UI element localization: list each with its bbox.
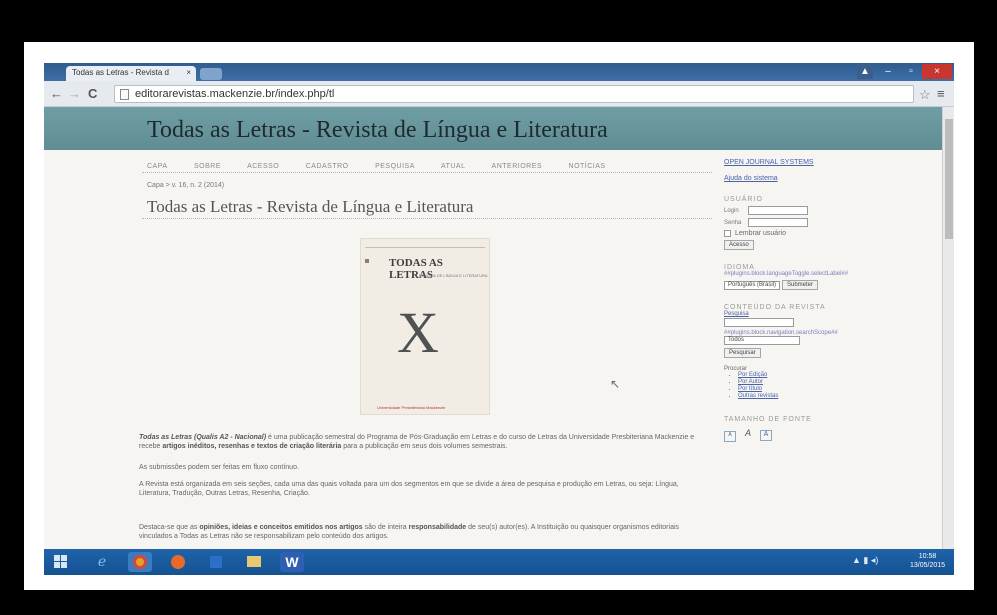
browse-list: Por Edição Por Autor Por título Outras r… bbox=[738, 372, 924, 400]
tab-bar: Todas as Letras - Revista d × ▲ – ▫ × bbox=[44, 63, 954, 81]
search-input[interactable] bbox=[724, 318, 794, 327]
nav-atual[interactable]: ATUAL bbox=[441, 163, 466, 170]
word-icon[interactable]: W bbox=[280, 552, 304, 572]
login-label: Login bbox=[724, 207, 739, 214]
menu-icon[interactable]: ≡ bbox=[937, 86, 945, 101]
url-text: editorarevistas.mackenzie.br/index.php/t… bbox=[135, 88, 335, 100]
text-bold: artigos inéditos, resenhas e textos de c… bbox=[162, 443, 342, 450]
user-heading: USUÁRIO bbox=[724, 196, 763, 203]
font-size-controls: AAA bbox=[724, 428, 924, 442]
bookmark-star-icon[interactable]: ☆ bbox=[919, 87, 931, 103]
forward-icon[interactable]: → bbox=[68, 86, 81, 101]
text-bold: responsabilidade bbox=[408, 524, 467, 531]
font-large-button[interactable]: A bbox=[760, 430, 772, 441]
journal-title: Todas as Letras - Revista de Língua e Li… bbox=[147, 117, 608, 143]
address-bar[interactable]: editorarevistas.mackenzie.br/index.php/t… bbox=[114, 85, 914, 103]
text-bold: opiniões, ideias e conceitos emitidos no… bbox=[199, 524, 363, 531]
new-tab-button[interactable] bbox=[200, 68, 222, 80]
cover-mark bbox=[365, 259, 369, 263]
access-button[interactable]: Acesso bbox=[724, 240, 754, 250]
language-label: ##plugins.block.languageToggle.selectLab… bbox=[724, 271, 849, 277]
minimize-button[interactable]: – bbox=[876, 64, 900, 79]
nav-acesso[interactable]: ACESSO bbox=[247, 163, 279, 170]
cover-subtitle: REVISTA DE LÍNGUA E LITERATURA bbox=[419, 273, 488, 278]
clock-date: 13/05/2015 bbox=[910, 562, 946, 569]
close-window-button[interactable]: × bbox=[922, 64, 952, 79]
browser-tab[interactable]: Todas as Letras - Revista d × bbox=[66, 66, 196, 81]
nav-cadastro[interactable]: CADASTRO bbox=[306, 163, 349, 170]
firefox-icon[interactable] bbox=[166, 552, 190, 572]
text: Destaca-se que as bbox=[139, 524, 200, 531]
page-scrollbar[interactable] bbox=[942, 107, 954, 549]
nav-noticias[interactable]: NOTÍCIAS bbox=[569, 163, 606, 170]
ojs-link[interactable]: OPEN JOURNAL SYSTEMS bbox=[724, 159, 924, 166]
browse-by-title[interactable]: Por título bbox=[738, 386, 924, 393]
language-select[interactable]: Português (Brasil) bbox=[724, 280, 781, 290]
nav-sobre[interactable]: SOBRE bbox=[194, 163, 221, 170]
cover-big-letter: X bbox=[397, 300, 439, 365]
nav-anteriores[interactable]: ANTERIORES bbox=[492, 163, 543, 170]
browse-other-journals[interactable]: Outras revistas bbox=[738, 393, 924, 400]
page-title: Todas as Letras - Revista de Língua e Li… bbox=[147, 197, 474, 216]
submission-paragraph: As submissões podem ser feitas em fluxo … bbox=[139, 464, 299, 471]
login-input[interactable] bbox=[748, 206, 808, 215]
nav-capa[interactable]: CAPA bbox=[147, 163, 168, 170]
divider bbox=[142, 172, 712, 173]
text: para a publicação em seus dois volumes s… bbox=[341, 443, 508, 450]
search-label: Pesquisa bbox=[724, 311, 749, 317]
site-header: Todas as Letras - Revista de Língua e Li… bbox=[44, 107, 942, 150]
user-icon[interactable]: ▲ bbox=[857, 64, 873, 79]
scroll-thumb[interactable] bbox=[945, 119, 953, 239]
back-icon[interactable]: ← bbox=[50, 86, 63, 101]
nav-pesquisa[interactable]: PESQUISA bbox=[375, 163, 415, 170]
help-link[interactable]: Ajuda do sistema bbox=[724, 175, 924, 182]
browser-toolbar: ← → C editorarevistas.mackenzie.br/index… bbox=[44, 81, 954, 107]
journal-name: Todas as Letras (Qualis A2 - Nacional) bbox=[139, 434, 267, 441]
cover-footer: Universidade Presbiteriana Mackenzie bbox=[377, 405, 446, 410]
submit-language-button[interactable]: Submeter bbox=[781, 280, 818, 290]
web-page: Todas as Letras - Revista de Língua e Li… bbox=[44, 107, 942, 549]
text: são de inteira bbox=[362, 524, 409, 531]
browse-by-author[interactable]: Por Autor bbox=[738, 379, 924, 386]
mouse-cursor-icon: ↖ bbox=[610, 377, 621, 391]
disclaimer-paragraph: Destaca-se que as opiniões, ideias e con… bbox=[139, 523, 709, 541]
system-tray[interactable]: ▲ ▮ ◂) bbox=[852, 555, 878, 566]
font-size-heading: TAMANHO DE FONTE bbox=[724, 416, 812, 423]
description-paragraph: Todas as Letras (Qualis A2 - Nacional) é… bbox=[139, 433, 709, 451]
font-medium-button[interactable]: A bbox=[742, 428, 754, 439]
page-icon bbox=[120, 89, 129, 100]
site-nav: CAPA SOBRE ACESSO CADASTRO PESQUISA ATUA… bbox=[147, 163, 707, 175]
sidebar: OPEN JOURNAL SYSTEMS Ajuda do sistema US… bbox=[724, 159, 924, 442]
file-explorer-icon[interactable] bbox=[242, 552, 266, 572]
remember-checkbox[interactable] bbox=[724, 230, 731, 237]
internet-explorer-icon[interactable]: e bbox=[90, 552, 114, 572]
remember-label: Lembrar usuário bbox=[735, 230, 786, 237]
browse-by-issue[interactable]: Por Edição bbox=[738, 372, 924, 379]
windows-start-icon[interactable] bbox=[54, 555, 68, 569]
reload-icon[interactable]: C bbox=[88, 86, 97, 101]
cover-rule bbox=[365, 247, 485, 248]
password-input[interactable] bbox=[748, 218, 808, 227]
issue-cover-image[interactable]: TODAS AS LETRAS REVISTA DE LÍNGUA E LITE… bbox=[360, 238, 490, 415]
breadcrumb[interactable]: Capa > v. 16, n. 2 (2014) bbox=[147, 182, 224, 189]
tab-title: Todas as Letras - Revista d bbox=[72, 68, 169, 77]
password-label: Senha bbox=[724, 219, 742, 226]
media-player-icon[interactable] bbox=[204, 552, 228, 572]
sections-paragraph: A Revista está organizada em seis seções… bbox=[139, 481, 679, 497]
search-button[interactable]: Pesquisar bbox=[724, 348, 761, 358]
language-heading: IDIOMA bbox=[724, 264, 755, 271]
scope-select[interactable]: Todos bbox=[724, 336, 800, 345]
windows-taskbar: e W ▲ ▮ ◂) 10:58 13/05/2015 bbox=[44, 549, 954, 575]
divider bbox=[142, 218, 712, 219]
maximize-button[interactable]: ▫ bbox=[900, 64, 922, 79]
screen: Todas as Letras - Revista d × ▲ – ▫ × ← … bbox=[44, 63, 954, 575]
content-heading: CONTEÚDO DA REVISTA bbox=[724, 304, 826, 311]
chrome-icon[interactable] bbox=[128, 552, 152, 572]
clock-time: 10:58 bbox=[918, 553, 937, 560]
tab-close-icon[interactable]: × bbox=[186, 68, 191, 77]
font-small-button[interactable]: A bbox=[724, 431, 736, 442]
clock[interactable]: 10:58 13/05/2015 bbox=[910, 552, 945, 570]
